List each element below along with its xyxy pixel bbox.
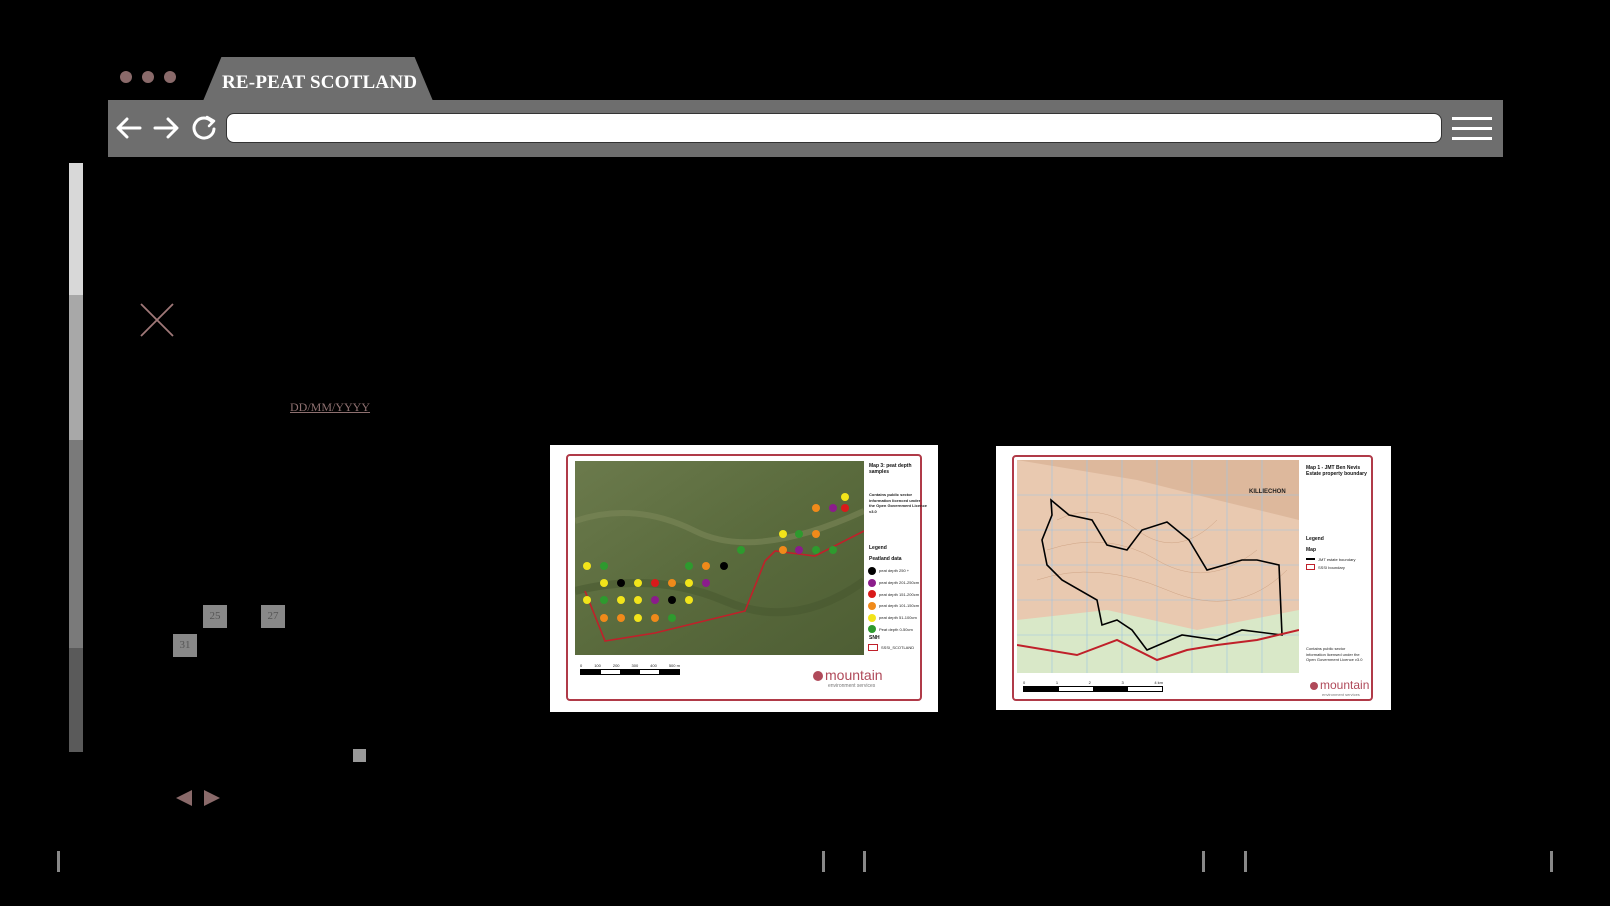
scale-tick: 300 (631, 663, 639, 668)
calendar-day[interactable]: 27 (261, 605, 285, 628)
legend-label: peat depth 51-100cm (879, 615, 917, 621)
hamburger-menu-icon[interactable] (1452, 116, 1492, 142)
legend-item: peat depth 101-150cm (868, 600, 928, 612)
legend-item: SSSI_SCOTLAND (868, 644, 914, 651)
map-card-peat-depth[interactable]: Map 3: peat depth samples Contains publi… (550, 445, 938, 712)
small-square-control[interactable] (353, 749, 366, 762)
logo-text: mountain (1320, 678, 1370, 692)
triangle-left-icon[interactable] (175, 789, 193, 807)
legend-swatch (868, 601, 876, 610)
timeline-tick (1202, 851, 1205, 872)
timeline-tick (1244, 851, 1247, 872)
legend-label: SSSI_SCOTLAND (881, 645, 915, 650)
vertical-scrollbar[interactable] (69, 163, 83, 752)
map-place-label: KILLIECHON (1249, 489, 1286, 495)
legend-heading: Legend (1306, 536, 1324, 542)
logo-text: mountain (825, 667, 883, 683)
scale-tick: 2 (1088, 680, 1091, 685)
address-bar[interactable] (226, 113, 1442, 143)
tab-title: RE-PEAT SCOTLAND (222, 72, 418, 93)
scale-bar: 0 1 2 3 4 km (1023, 680, 1163, 692)
legend-label: peat depth 101-150cm (879, 603, 920, 609)
timeline-tick (1550, 851, 1553, 872)
legend-item: peat depth 151-200cm (868, 588, 928, 600)
satellite-map-image (575, 461, 864, 655)
logo-subtext: environment services (828, 683, 876, 689)
scale-ticks: 0 1 2 3 4 km (1023, 680, 1163, 685)
legend-item: peat depth 51-100cm (868, 612, 928, 624)
scale-bar-graphic (580, 669, 680, 675)
legend-swatch (868, 590, 876, 599)
scale-bar: 0 100 200 300 400 500 m (580, 663, 680, 675)
calendar-day[interactable]: 31 (173, 634, 197, 657)
legend-swatch (868, 578, 876, 587)
scale-tick: 4 km (1154, 680, 1163, 685)
scrollbar-thumb[interactable] (69, 163, 83, 295)
window-dot-close[interactable] (120, 71, 132, 83)
legend-item: peat depth 250 + (868, 565, 928, 577)
scrollbar-track-segment (69, 295, 83, 440)
legend-label: peat depth 201-250cm (879, 580, 920, 586)
scale-tick: 100 (594, 663, 601, 668)
legend-label: peat depth 250 + (879, 568, 910, 574)
window-dot-maximize[interactable] (164, 71, 176, 83)
scale-tick: 200 (612, 663, 620, 668)
legend-sub: SNH (869, 635, 880, 641)
triangle-right-icon[interactable] (203, 789, 221, 807)
mountain-logo-icon (1310, 682, 1318, 690)
legend-sub: Peatland data (869, 556, 902, 562)
map-title: Map 3: peat depth samples (869, 463, 912, 475)
legend-heading: Legend (869, 545, 887, 551)
timeline-tick (57, 851, 60, 872)
scrollbar-track-segment (69, 648, 83, 752)
legend-list: JMT estate boundary SSSI boundary (1306, 555, 1372, 571)
map-card-estate-boundary[interactable]: Map 1 - JMT Ben Nevis Estate property bo… (996, 446, 1391, 710)
scale-tick: 0 (580, 663, 583, 668)
legend-swatch (868, 613, 876, 622)
legend-swatch (1306, 564, 1315, 570)
scale-bar-graphic (1023, 686, 1163, 692)
scrollbar-track-segment (69, 440, 83, 648)
scale-tick: 1 (1055, 680, 1059, 685)
legend-swatch (1306, 558, 1315, 560)
legend-swatch (868, 644, 878, 651)
date-placeholder[interactable]: DD/MM/YYYY (290, 400, 370, 415)
legend-swatch (868, 625, 876, 634)
legend-sub: Map (1306, 547, 1316, 553)
scale-ticks: 0 100 200 300 400 500 m (580, 663, 680, 668)
logo-subtext: environment services (1322, 692, 1360, 697)
mountain-logo-icon (813, 671, 823, 681)
arrow-left-icon[interactable] (114, 113, 144, 143)
arrow-right-icon[interactable] (151, 113, 181, 143)
scale-tick: 0 (1023, 680, 1026, 685)
scale-tick: 400 (650, 663, 657, 668)
calendar-day[interactable]: 25 (203, 605, 227, 628)
map-licence: Contains public sector information licen… (869, 492, 928, 514)
legend-item: JMT estate boundary (1306, 555, 1372, 563)
timeline-tick (822, 851, 825, 872)
legend-list: peat depth 250 + peat depth 201-250cm pe… (868, 565, 928, 635)
legend-label: JMT estate boundary (1318, 556, 1356, 562)
reload-icon[interactable] (189, 113, 219, 143)
legend-item: Peat depth 0-50cm (868, 623, 928, 635)
legend-label: peat depth 151-200cm (879, 591, 920, 597)
legend-item: SSSI boundary (1306, 563, 1372, 571)
legend-label: SSSI boundary (1318, 564, 1345, 570)
map-licence: Contains public sector information licen… (1306, 646, 1363, 662)
legend-swatch (868, 566, 876, 575)
map-title: Map 1 - JMT Ben Nevis Estate property bo… (1306, 465, 1367, 477)
scale-tick: 3 (1121, 680, 1124, 685)
scale-tick: 500 m (668, 663, 680, 668)
close-icon[interactable] (139, 302, 175, 338)
legend-label: Peat depth 0-50cm (879, 626, 913, 632)
legend-item: peat depth 201-250cm (868, 577, 928, 589)
timeline-tick (863, 851, 866, 872)
window-dot-minimize[interactable] (142, 71, 154, 83)
